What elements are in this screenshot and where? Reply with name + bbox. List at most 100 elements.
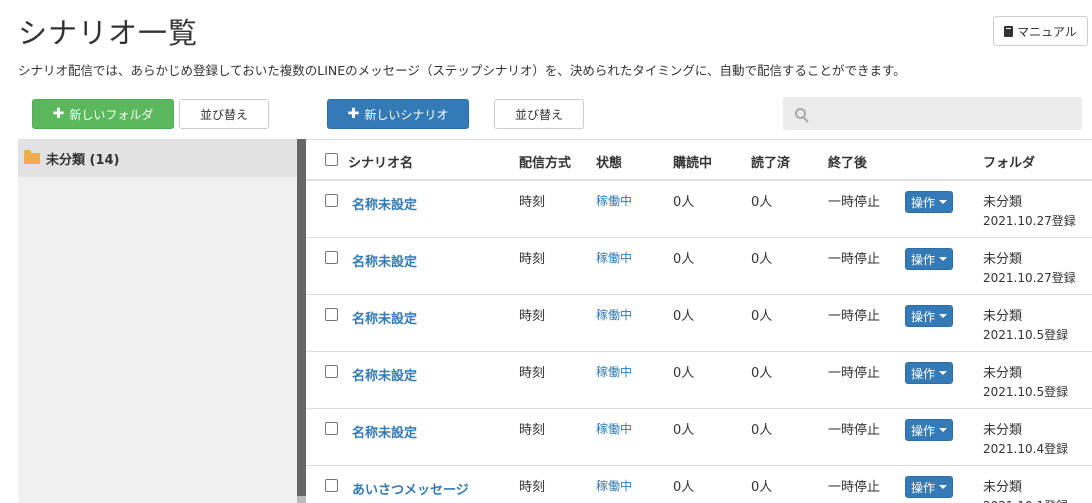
sort-folders-button[interactable]: 並び替え bbox=[179, 99, 269, 129]
status-link[interactable]: 稼働中 bbox=[596, 477, 632, 494]
after-end-action: 一時停止 bbox=[828, 252, 881, 267]
after-end-action: 一時停止 bbox=[828, 480, 881, 495]
scenario-name-link[interactable]: 名称未設定 bbox=[352, 365, 417, 384]
scenario-name-link[interactable]: 名称未設定 bbox=[352, 194, 417, 213]
completed-count: 0人 bbox=[751, 195, 773, 210]
action-label: 操作 bbox=[910, 423, 935, 438]
status-link[interactable]: 稼働中 bbox=[596, 249, 632, 266]
action-dropdown-button[interactable]: 操作 bbox=[905, 248, 953, 270]
column-header-method: 配信方式 bbox=[519, 156, 572, 171]
folder-name: 未分類 bbox=[983, 423, 1023, 438]
sort-scenarios-button[interactable]: 並び替え bbox=[494, 99, 584, 129]
row-checkbox[interactable] bbox=[325, 194, 338, 207]
completed-count: 0人 bbox=[751, 252, 773, 267]
completed-count: 0人 bbox=[751, 423, 773, 438]
status-link[interactable]: 稼働中 bbox=[596, 420, 632, 437]
search-icon bbox=[795, 108, 806, 119]
action-label: 操作 bbox=[910, 480, 935, 495]
pane-splitter[interactable] bbox=[297, 139, 306, 503]
column-header-status: 状態 bbox=[596, 156, 623, 171]
completed-count: 0人 bbox=[751, 480, 773, 495]
delivery-method: 時刻 bbox=[519, 309, 546, 324]
manual-button[interactable]: マニュアル bbox=[993, 16, 1088, 46]
search-input[interactable] bbox=[814, 106, 1074, 121]
table-row: 名称未設定 時刻 稼働中 0人 0人 一時停止 操作 未分類 2021.10.5登録 bbox=[306, 295, 1092, 352]
caret-down-icon bbox=[939, 200, 947, 204]
row-checkbox[interactable] bbox=[325, 251, 338, 264]
subscribed-count: 0人 bbox=[673, 423, 695, 438]
select-all-checkbox[interactable] bbox=[325, 153, 338, 166]
folder-name: 未分類 bbox=[983, 195, 1023, 210]
registered-date: 2021.10.27登録 bbox=[983, 271, 1076, 285]
scenario-name-link[interactable]: 名称未設定 bbox=[352, 251, 417, 270]
after-end-action: 一時停止 bbox=[828, 195, 881, 210]
table-row: 名称未設定 時刻 稼働中 0人 0人 一時停止 操作 未分類 2021.10.4登録 bbox=[306, 409, 1092, 466]
row-checkbox[interactable] bbox=[325, 479, 338, 492]
folder-item-label: 未分類 (14) bbox=[46, 152, 120, 168]
subscribed-count: 0人 bbox=[673, 252, 695, 267]
subscribed-count: 0人 bbox=[673, 480, 695, 495]
folder-item-uncategorized[interactable]: 未分類 (14) bbox=[18, 139, 297, 177]
completed-count: 0人 bbox=[751, 309, 773, 324]
action-dropdown-button[interactable]: 操作 bbox=[905, 362, 953, 384]
folder-name: 未分類 bbox=[983, 309, 1023, 324]
table-row: 名称未設定 時刻 稼働中 0人 0人 一時停止 操作 未分類 2021.10.27登録 bbox=[306, 238, 1092, 295]
folder-name: 未分類 bbox=[983, 366, 1023, 381]
sort-scenarios-label: 並び替え bbox=[514, 107, 563, 122]
row-checkbox[interactable] bbox=[325, 422, 338, 435]
table-header: シナリオ名 配信方式 状態 購読中 読了済 終了後 フォルダ bbox=[306, 139, 1092, 181]
column-header-after-end: 終了後 bbox=[828, 156, 868, 171]
scenario-table: シナリオ名 配信方式 状態 購読中 読了済 終了後 フォルダ 名称未設定 時刻 稼働… bbox=[306, 139, 1092, 503]
caret-down-icon bbox=[939, 314, 947, 318]
search-box[interactable] bbox=[783, 97, 1082, 130]
manual-button-label: マニュアル bbox=[1017, 24, 1077, 39]
column-header-subscribed: 購読中 bbox=[673, 156, 713, 171]
folder-sidebar: 未分類 (14) bbox=[18, 139, 297, 503]
plus-icon: ✚ bbox=[347, 106, 360, 122]
splitter-handle[interactable] bbox=[297, 496, 306, 503]
row-checkbox[interactable] bbox=[325, 365, 338, 378]
after-end-action: 一時停止 bbox=[828, 366, 881, 381]
caret-down-icon bbox=[939, 485, 947, 489]
folder-name: 未分類 bbox=[983, 480, 1023, 495]
column-header-completed: 読了済 bbox=[751, 156, 791, 171]
table-row: 名称未設定 時刻 稼働中 0人 0人 一時停止 操作 未分類 2021.10.5登録 bbox=[306, 352, 1092, 409]
action-label: 操作 bbox=[910, 252, 935, 267]
action-dropdown-button[interactable]: 操作 bbox=[905, 191, 953, 213]
registered-date: 2021.10.1登録 bbox=[983, 497, 1068, 503]
after-end-action: 一時停止 bbox=[828, 309, 881, 324]
new-folder-button[interactable]: ✚ 新しいフォルダ bbox=[32, 99, 174, 129]
folder-name: 未分類 bbox=[983, 252, 1023, 267]
action-dropdown-button[interactable]: 操作 bbox=[905, 419, 953, 441]
table-row: あいさつメッセージ 時刻 稼働中 0人 0人 一時停止 操作 未分類 2021.10.1登録 bbox=[306, 466, 1092, 503]
scenario-name-link[interactable]: 名称未設定 bbox=[352, 308, 417, 327]
registered-date: 2021.10.5登録 bbox=[983, 328, 1069, 342]
row-checkbox[interactable] bbox=[325, 308, 338, 321]
scenario-name-link[interactable]: あいさつメッセージ bbox=[352, 479, 469, 498]
caret-down-icon bbox=[939, 371, 947, 375]
delivery-method: 時刻 bbox=[519, 366, 546, 381]
subscribed-count: 0人 bbox=[673, 309, 695, 324]
completed-count: 0人 bbox=[751, 366, 773, 381]
status-link[interactable]: 稼働中 bbox=[596, 306, 632, 323]
folder-open-icon bbox=[24, 149, 40, 164]
registered-date: 2021.10.27登録 bbox=[983, 214, 1076, 228]
status-link[interactable]: 稼働中 bbox=[596, 192, 632, 209]
status-link[interactable]: 稼働中 bbox=[596, 363, 632, 380]
delivery-method: 時刻 bbox=[519, 423, 546, 438]
action-dropdown-button[interactable]: 操作 bbox=[905, 476, 953, 498]
scenario-name-link[interactable]: 名称未設定 bbox=[352, 422, 417, 441]
action-label: 操作 bbox=[910, 366, 935, 381]
delivery-method: 時刻 bbox=[519, 480, 546, 495]
new-scenario-button[interactable]: ✚ 新しいシナリオ bbox=[327, 99, 469, 129]
new-folder-label: 新しいフォルダ bbox=[69, 107, 154, 122]
book-icon bbox=[1004, 25, 1014, 37]
caret-down-icon bbox=[939, 428, 947, 432]
action-dropdown-button[interactable]: 操作 bbox=[905, 305, 953, 327]
subscribed-count: 0人 bbox=[673, 195, 695, 210]
sort-folders-label: 並び替え bbox=[199, 107, 248, 122]
delivery-method: 時刻 bbox=[519, 252, 546, 267]
after-end-action: 一時停止 bbox=[828, 423, 881, 438]
action-label: 操作 bbox=[910, 309, 935, 324]
new-scenario-label: 新しいシナリオ bbox=[364, 107, 449, 122]
